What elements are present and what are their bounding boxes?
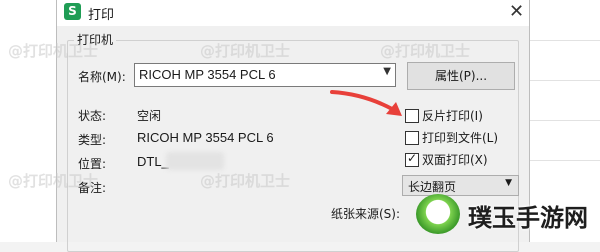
print-to-file-label[interactable]: 打印到文件(L) — [422, 129, 498, 146]
redacted-location — [166, 152, 224, 170]
background-gridline — [528, 120, 600, 121]
logo-text: 璞玉手游网 — [468, 204, 588, 232]
site-logo: 璞玉手游网 — [410, 188, 600, 242]
background-left — [0, 0, 56, 242]
printer-name-value: RICOH MP 3554 PCL 6 — [139, 67, 276, 82]
printer-name-select[interactable]: RICOH MP 3554 PCL 6 ▼ — [134, 63, 396, 87]
dialog-title: 打印 — [88, 8, 115, 23]
background-gridline — [528, 40, 600, 41]
annotation-arrow-icon — [330, 90, 402, 116]
checkmark-icon: ✓ — [407, 151, 418, 165]
watermark: @打印机卫士 — [8, 42, 99, 60]
duplex-label[interactable]: 双面打印(X) — [422, 151, 488, 168]
close-icon[interactable]: ✕ — [509, 1, 524, 22]
watermark: @打印机卫士 — [8, 172, 99, 190]
location-value: DTL_ — [137, 154, 169, 169]
watermark: @打印机卫士 — [380, 42, 471, 60]
app-icon: S — [64, 3, 81, 20]
reverse-print-label[interactable]: 反片打印(I) — [422, 107, 483, 124]
background-gridline — [528, 80, 600, 81]
chevron-down-icon: ▼ — [505, 178, 512, 188]
type-value: RICOH MP 3554 PCL 6 — [137, 130, 274, 145]
chevron-down-icon: ▼ — [383, 66, 391, 77]
properties-button[interactable]: 属性(P)... — [407, 62, 515, 90]
watermark: @打印机卫士 — [200, 42, 291, 60]
background-gridline — [528, 160, 600, 161]
paper-source-label: 纸张来源(S): — [331, 207, 401, 221]
status-label: 状态: — [78, 109, 107, 123]
printer-name-label: 名称(M): — [78, 70, 126, 84]
type-label: 类型: — [78, 133, 107, 147]
title-bar: S 打印 ✕ — [57, 0, 529, 26]
duplex-checkbox[interactable]: ✓ — [405, 151, 419, 167]
logo-ring-icon — [416, 194, 460, 234]
print-to-file-checkbox[interactable] — [405, 131, 419, 145]
watermark: @打印机卫士 — [200, 172, 291, 190]
status-value: 空闲 — [137, 109, 162, 123]
